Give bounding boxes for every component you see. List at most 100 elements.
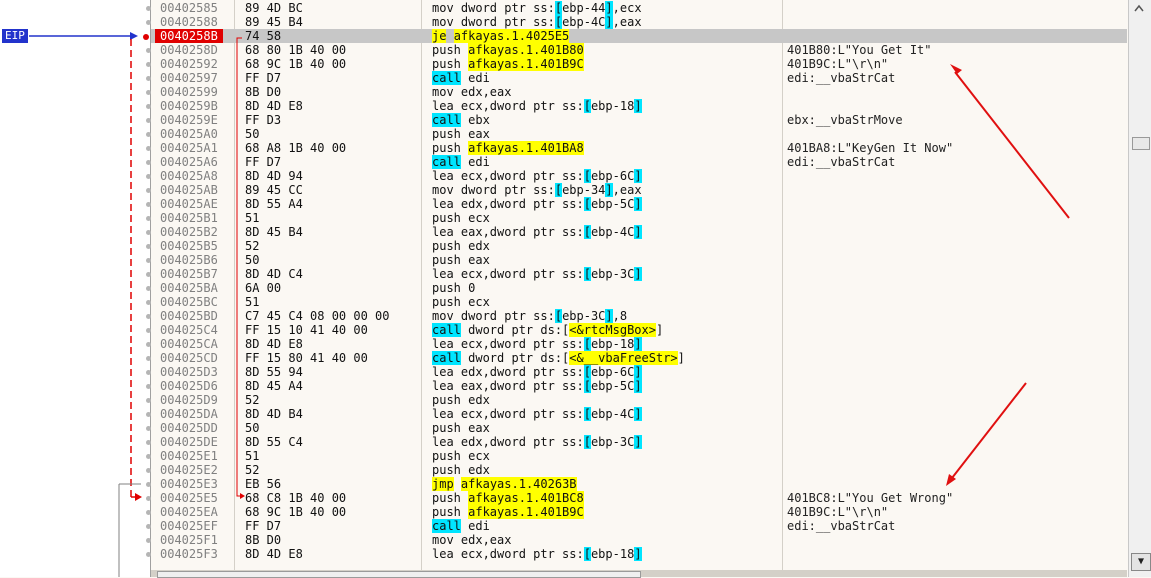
current-instruction-row[interactable]: 0040258B 74 58 je afkayas.1.4025E5 [151, 29, 1127, 43]
breakpoint-dot[interactable] [146, 356, 151, 361]
instruction-text: mov dword ptr ss:[ebp-44],ecx [432, 1, 642, 15]
instruction-bytes: 8D 4D E8 [245, 547, 303, 561]
instruction-row[interactable]: 0040259E FF D3 call ebx ebx:__vbaStrMove [151, 113, 1127, 127]
instruction-row[interactable]: 004025CA 8D 4D E8 lea ecx,dword ptr ss:[eb… [151, 337, 1127, 351]
instruction-segment: lea eax,dword ptr ss: [432, 225, 584, 239]
breakpoint-dot[interactable] [146, 76, 151, 81]
instruction-row[interactable]: 004025BD C7 45 C4 08 00 00 00 mov dword pt… [151, 309, 1127, 323]
instruction-row[interactable]: 004025DD 50 push eax [151, 421, 1127, 435]
breakpoint-dot[interactable] [146, 160, 151, 165]
breakpoint-dot[interactable] [146, 552, 151, 557]
instruction-segment: push eax [432, 253, 490, 267]
instruction-segment: dword ptr ds:[ [460, 351, 570, 365]
breakpoint-dot[interactable] [146, 440, 151, 445]
instruction-bytes: 68 80 1B 40 00 [245, 43, 347, 57]
instruction-row[interactable]: 0040259B 8D 4D E8 lea ecx,dword ptr ss:[eb… [151, 99, 1127, 113]
instruction-row[interactable]: 004025BC 51 push ecx [151, 295, 1127, 309]
scroll-down-arrow-icon[interactable]: ▼ [1131, 553, 1151, 571]
instruction-row[interactable]: 004025DA 8D 4D B4 lea ecx,dword ptr ss:[eb… [151, 407, 1127, 421]
instruction-row[interactable]: 004025D6 8D 45 A4 lea eax,dword ptr ss:[eb… [151, 379, 1127, 393]
breakpoint-dot[interactable] [146, 216, 151, 221]
breakpoint-dot[interactable] [146, 272, 151, 277]
instruction-row[interactable]: 00402588 89 45 B4 mov dword ptr ss:[ebp-4C… [151, 15, 1127, 29]
instruction-row[interactable]: 004025E1 51 push ecx [151, 449, 1127, 463]
breakpoint-dot[interactable] [146, 146, 151, 151]
breakpoint-dot[interactable] [146, 496, 151, 501]
instruction-row[interactable]: 004025DE 8D 55 C4 lea edx,dword ptr ss:[eb… [151, 435, 1127, 449]
scrollbar-thumb[interactable] [1132, 137, 1150, 150]
instruction-row[interactable]: 004025A8 8D 4D 94 lea ecx,dword ptr ss:[eb… [151, 169, 1127, 183]
instruction-row[interactable]: 004025CD FF 15 80 41 40 00 call dword ptr … [151, 351, 1127, 365]
instruction-row[interactable]: 004025D3 8D 55 94 lea edx,dword ptr ss:[eb… [151, 365, 1127, 379]
breakpoint-dot[interactable] [146, 104, 151, 109]
breakpoint-dot[interactable] [146, 174, 151, 179]
breakpoint-dot[interactable] [146, 468, 151, 473]
instruction-row[interactable]: 004025A6 FF D7 call edi edi:__vbaStrCat [151, 155, 1127, 169]
instruction-row[interactable]: 004025A1 68 A8 1B 40 00 push afkayas.1.401… [151, 141, 1127, 155]
instruction-row[interactable]: 004025EA 68 9C 1B 40 00 push afkayas.1.401… [151, 505, 1127, 519]
breakpoint-dot[interactable] [146, 524, 151, 529]
breakpoint-dot[interactable] [146, 538, 151, 543]
instruction-segment: push [432, 505, 469, 519]
scroll-up-arrow-icon[interactable] [1133, 2, 1145, 14]
breakpoint-dot[interactable] [146, 412, 151, 417]
breakpoint-dot[interactable] [146, 132, 151, 137]
bracket-highlight: ] [634, 169, 642, 183]
breakpoint-dot[interactable] [146, 426, 151, 431]
breakpoint-dot[interactable] [146, 384, 151, 389]
breakpoint-dot[interactable] [146, 482, 151, 487]
breakpoint-dot[interactable] [146, 398, 151, 403]
instruction-row[interactable]: 004025B5 52 push edx [151, 239, 1127, 253]
instruction-row[interactable]: 004025F1 8B D0 mov edx,eax [151, 533, 1127, 547]
vertical-scrollbar[interactable]: ▼ [1128, 0, 1151, 577]
breakpoint-dot[interactable] [146, 258, 151, 263]
breakpoint-dot[interactable] [146, 90, 151, 95]
instruction-text: mov dword ptr ss:[ebp-3C],8 [432, 309, 627, 323]
instruction-row[interactable]: 00402599 8B D0 mov edx,eax [151, 85, 1127, 99]
instruction-row[interactable]: 00402592 68 9C 1B 40 00 push afkayas.1.401… [151, 57, 1127, 71]
breakpoint-dot[interactable] [146, 510, 151, 515]
instruction-address: 004025EF [160, 519, 218, 533]
disassembly-listing[interactable]: 00402585 89 4D BC mov dword ptr ss:[ebp-44… [151, 0, 1127, 577]
breakpoint-dot[interactable] [146, 6, 151, 11]
instruction-segment: lea ecx,dword ptr ss: [432, 267, 584, 281]
breakpoint-dot[interactable] [146, 370, 151, 375]
breakpoint-dot[interactable] [146, 20, 151, 25]
instruction-row[interactable]: 004025BA 6A 00 push 0 [151, 281, 1127, 295]
breakpoint-dot[interactable] [146, 48, 151, 53]
instruction-row[interactable]: 004025A0 50 push eax [151, 127, 1127, 141]
instruction-row[interactable]: 004025AE 8D 55 A4 lea edx,dword ptr ss:[eb… [151, 197, 1127, 211]
breakpoint-dot[interactable] [146, 314, 151, 319]
instruction-bytes: FF D7 [245, 155, 282, 169]
breakpoint-dot[interactable] [146, 188, 151, 193]
breakpoint-dot[interactable] [146, 230, 151, 235]
instruction-row[interactable]: 004025B1 51 push ecx [151, 211, 1127, 225]
instruction-row[interactable]: 004025E5 68 C8 1B 40 00 push afkayas.1.401… [151, 491, 1127, 505]
instruction-row[interactable]: 004025B2 8D 45 B4 lea eax,dword ptr ss:[eb… [151, 225, 1127, 239]
instruction-row[interactable]: 00402597 FF D7 call edi edi:__vbaStrCat [151, 71, 1127, 85]
instruction-row[interactable]: 00402585 89 4D BC mov dword ptr ss:[ebp-44… [151, 1, 1127, 15]
breakpoint-dot[interactable] [146, 328, 151, 333]
instruction-row[interactable]: 004025EF FF D7 call edi edi:__vbaStrCat [151, 519, 1127, 533]
instruction-row[interactable]: 004025E3 EB 56 jmp afkayas.1.40263B [151, 477, 1127, 491]
breakpoint-dot[interactable] [146, 286, 151, 291]
instruction-row[interactable]: 004025F3 8D 4D E8 lea ecx,dword ptr ss:[eb… [151, 547, 1127, 561]
instruction-row[interactable]: 004025AB 89 45 CC mov dword ptr ss:[ebp-34… [151, 183, 1127, 197]
bracket-highlight: ] [605, 1, 613, 15]
breakpoint-dot[interactable] [146, 62, 151, 67]
instruction-row[interactable]: 004025C4 FF 15 10 41 40 00 call dword ptr … [151, 323, 1127, 337]
instruction-text: lea eax,dword ptr ss:[ebp-5C] [432, 379, 642, 393]
breakpoint-dot[interactable] [146, 202, 151, 207]
breakpoint-dot[interactable] [146, 300, 151, 305]
breakpoint-dot[interactable] [146, 244, 151, 249]
breakpoint-dot[interactable] [146, 454, 151, 459]
instruction-row[interactable]: 004025E2 52 push edx [151, 463, 1127, 477]
instruction-row[interactable]: 004025D9 52 push edx [151, 393, 1127, 407]
instruction-text: lea ecx,dword ptr ss:[ebp-18] [432, 337, 642, 351]
instruction-row[interactable]: 004025B7 8D 4D C4 lea ecx,dword ptr ss:[eb… [151, 267, 1127, 281]
breakpoint-dot[interactable] [146, 118, 151, 123]
horizontal-scrollbar[interactable] [151, 570, 1127, 578]
breakpoint-dot[interactable] [146, 342, 151, 347]
instruction-row[interactable]: 004025B6 50 push eax [151, 253, 1127, 267]
instruction-row[interactable]: 0040258D 68 80 1B 40 00 push afkayas.1.401… [151, 43, 1127, 57]
